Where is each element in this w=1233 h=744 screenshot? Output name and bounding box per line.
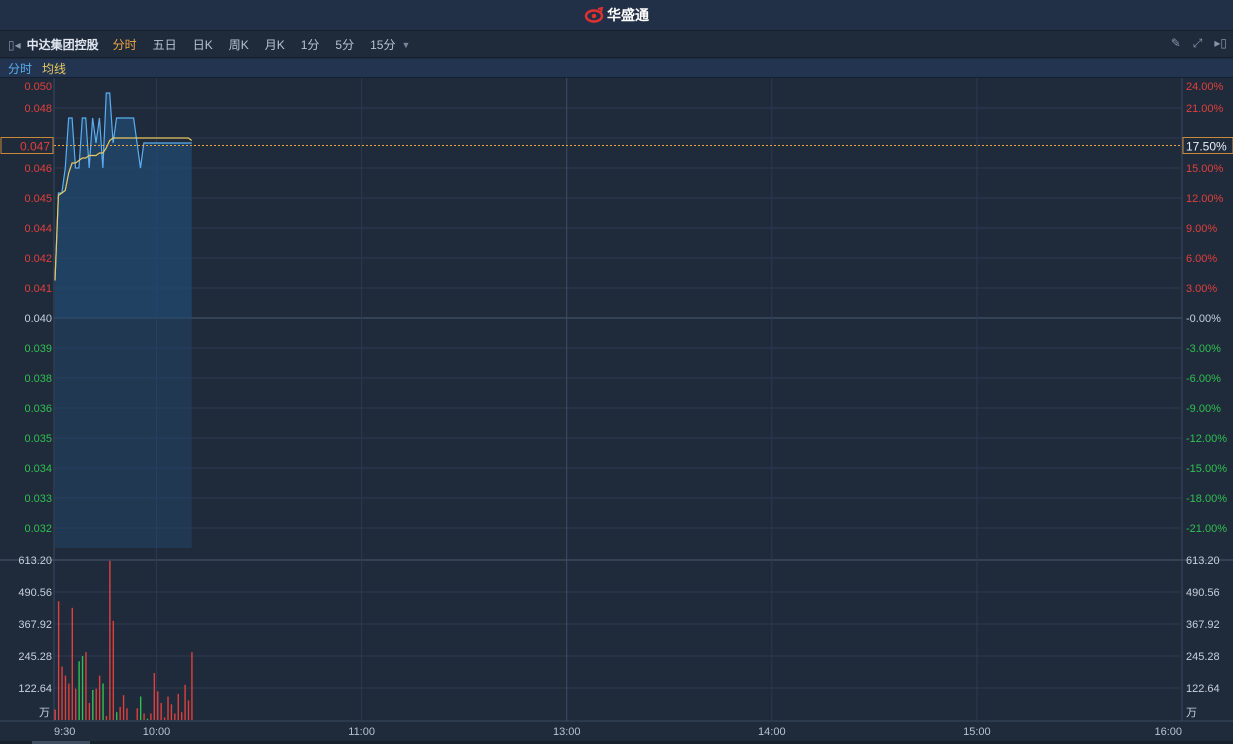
- timeshare-chart: 9:30 10:00 11:00 13:00 14:00 15:00 16:00 0.050 2…: [0, 78, 1233, 744]
- volume-bar: [57, 601, 60, 720]
- price-axis-label: 0.041: [24, 283, 52, 295]
- pct-axis-label: 12.00%: [1186, 193, 1224, 205]
- time-label: 13:00: [553, 726, 581, 738]
- volume-bar: [109, 560, 111, 720]
- volume-bar: [180, 712, 183, 720]
- current-price-label: 0.047: [20, 140, 50, 154]
- volume-bar: [153, 673, 156, 720]
- volume-bar: [126, 708, 128, 720]
- volume-bar: [75, 688, 77, 720]
- time-label: 16:00: [1154, 726, 1182, 738]
- pct-axis-label: -6.00%: [1186, 373, 1221, 385]
- volume-bar: [116, 712, 118, 720]
- pct-axis-label: 6.00%: [1186, 253, 1217, 265]
- volume-bar: [139, 696, 142, 720]
- volume-bar: [78, 661, 80, 720]
- price-axis-label: 0.035: [24, 433, 52, 445]
- pct-axis-label: -18.00%: [1186, 493, 1227, 505]
- pct-axis-label: -0.00%: [1186, 313, 1221, 325]
- volume-bar: [167, 696, 169, 720]
- volume-bar: [68, 683, 70, 720]
- volume-bar: [157, 691, 159, 720]
- volume-bar: [92, 689, 94, 720]
- volume-axis-label-right: 613.20: [1186, 555, 1220, 567]
- price-area-lower: [55, 318, 192, 548]
- price-axis-label: 0.040: [24, 313, 52, 325]
- volume-bar: [191, 652, 193, 720]
- pct-axis-label: 15.00%: [1186, 163, 1224, 175]
- volume-axis-label-right: 367.92: [1186, 619, 1220, 631]
- volume-bar: [174, 713, 176, 720]
- volume-bar: [184, 684, 186, 720]
- pct-axis-label: -9.00%: [1186, 403, 1221, 415]
- volume-bar: [105, 716, 108, 720]
- volume-unit-label: 万: [39, 707, 50, 719]
- price-axis-label: 0.044: [24, 223, 52, 235]
- volume-axis-label: 122.64: [18, 683, 52, 695]
- pct-axis-label: -15.00%: [1186, 463, 1227, 475]
- volume-axis-label: 245.28: [18, 651, 52, 663]
- volume-bar: [170, 704, 173, 720]
- volume-bar: [54, 709, 56, 720]
- price-axis-label: 0.042: [24, 253, 52, 265]
- price-axis-label: 0.034: [24, 463, 52, 475]
- volume-axis-label-right: 245.28: [1186, 651, 1220, 663]
- volume-bar: [88, 703, 91, 720]
- volume-bar: [98, 675, 101, 720]
- volume-bar: [187, 700, 190, 720]
- volume-axis-label-right: 490.56: [1186, 587, 1220, 599]
- volume-bar: [136, 708, 138, 720]
- pct-axis-label: -3.00%: [1186, 343, 1221, 355]
- pct-axis-label: 9.00%: [1186, 223, 1217, 235]
- volume-bar: [64, 675, 67, 720]
- price-axis-label: 0.050: [24, 81, 52, 93]
- price-axis-label: 0.048: [24, 103, 52, 115]
- volume-bar: [119, 706, 121, 720]
- volume-axis-label: 613.20: [18, 555, 52, 567]
- price-axis-label: 0.039: [24, 343, 52, 355]
- volume-bar: [81, 656, 84, 720]
- volume-bar: [102, 683, 104, 720]
- price-axis-label: 0.033: [24, 493, 52, 505]
- price-axis-label: 0.036: [24, 403, 52, 415]
- time-label: 11:00: [348, 726, 375, 738]
- volume-bar: [143, 713, 145, 720]
- pct-axis-label: 21.00%: [1186, 103, 1224, 115]
- volume-bar: [71, 607, 73, 720]
- price-axis-label: 0.038: [24, 373, 52, 385]
- current-pct-label: 17.50%: [1186, 140, 1227, 154]
- time-label: 15:00: [963, 726, 991, 738]
- volume-bar: [177, 693, 179, 720]
- volume-bar: [122, 695, 125, 720]
- price-axis-label: 0.046: [24, 163, 52, 175]
- pct-axis-label: 24.00%: [1186, 81, 1224, 93]
- volume-bar: [146, 718, 149, 720]
- volume-bar: [112, 620, 115, 720]
- pct-axis-label: -12.00%: [1186, 433, 1227, 445]
- price-axis-label: 0.045: [24, 193, 52, 205]
- volume-bar: [95, 688, 97, 720]
- volume-axis-label: 490.56: [18, 587, 52, 599]
- volume-bar: [160, 703, 162, 720]
- volume-bar: [61, 666, 63, 720]
- volume-bar: [150, 713, 152, 720]
- volume-unit-label-right: 万: [1186, 707, 1197, 719]
- pct-axis-label: 3.00%: [1186, 283, 1217, 295]
- time-label: 14:00: [758, 726, 786, 738]
- volume-bar: [85, 652, 87, 720]
- price-axis-label: 0.032: [24, 523, 52, 535]
- volume-axis-label-right: 122.64: [1186, 683, 1220, 695]
- time-label: 10:00: [143, 726, 171, 738]
- plot-area: [54, 78, 1182, 721]
- time-label: 9:30: [54, 726, 75, 738]
- pct-axis-label: -21.00%: [1186, 523, 1227, 535]
- volume-bar: [163, 717, 166, 720]
- volume-axis-label: 367.92: [18, 619, 52, 631]
